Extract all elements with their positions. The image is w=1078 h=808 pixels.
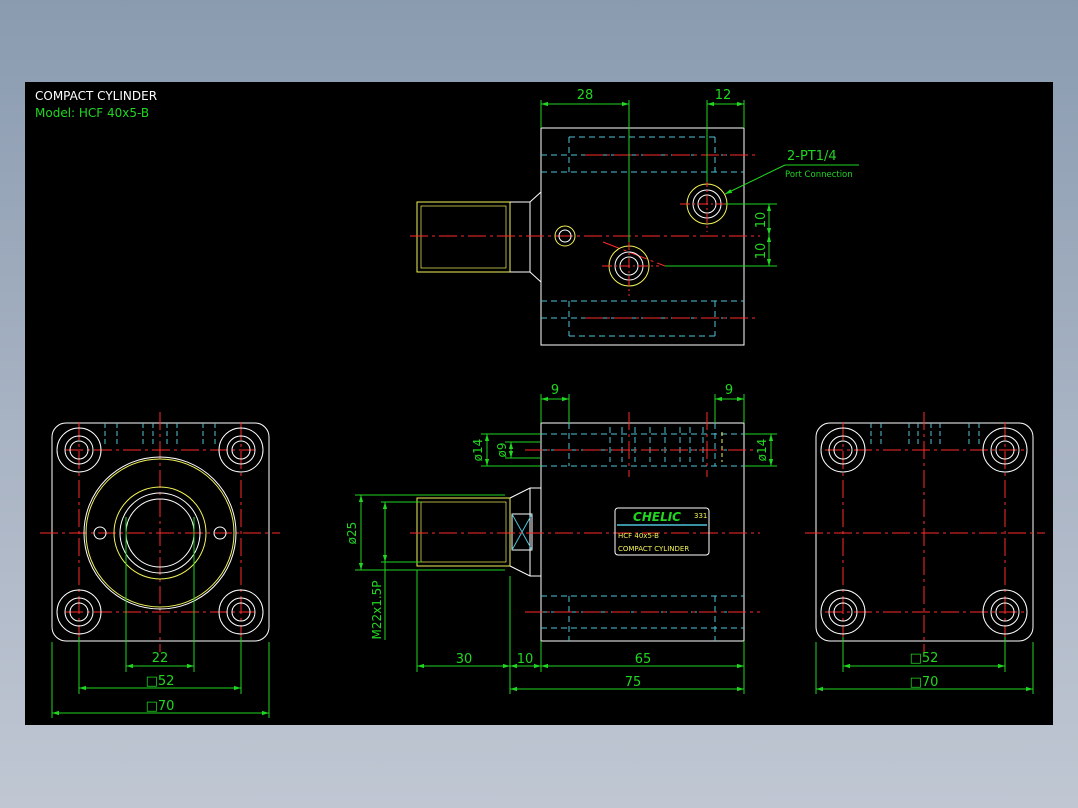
right-end-view: □52 □70 (805, 412, 1045, 694)
dim-75: 75 (625, 675, 642, 690)
dim-dia25: ø25 (345, 522, 359, 545)
dim-dia14-right: ø14 (755, 439, 769, 462)
top-view: 28 12 10 10 2-PT1/4 Port Connection (410, 88, 859, 346)
drawing-model: Model: HCF 40x5-B (35, 106, 149, 120)
dim-9-left: 9 (551, 383, 559, 398)
dim-10-lower: 10 (754, 243, 769, 260)
dim-9-right: 9 (725, 383, 733, 398)
dim-10-upper: 10 (754, 212, 769, 229)
front-view: CHELIC 331 HCF 40x5-B COMPACT CYLINDER 9… (345, 383, 777, 694)
dim-right-70: □70 (910, 675, 939, 690)
dim-dia14-left: ø14 (471, 439, 485, 462)
dim-30: 30 (456, 652, 473, 667)
dim-thread: M22x1.5P (370, 580, 384, 639)
dim-65: 65 (635, 652, 652, 667)
dim-12: 12 (715, 88, 732, 103)
cad-viewport[interactable]: COMPACT CYLINDER Model: HCF 40x5-B 28 12… (25, 82, 1053, 725)
nameplate-code: 331 (694, 512, 707, 520)
nameplate-model: HCF 40x5-B (618, 532, 659, 540)
nameplate-name: COMPACT CYLINDER (618, 545, 689, 553)
left-end-view: 22 □52 □70 (40, 412, 280, 718)
port-sublabel: Port Connection (785, 170, 853, 180)
port-label: 2-PT1/4 (787, 149, 837, 164)
nameplate-brand: CHELIC (633, 510, 681, 524)
dim-28: 28 (577, 88, 594, 103)
dim-left-70: □70 (146, 699, 175, 714)
chelic-nameplate: CHELIC 331 HCF 40x5-B COMPACT CYLINDER (614, 507, 710, 556)
dim-dia9: ø9 (495, 443, 509, 458)
dim-left-52: □52 (146, 674, 175, 689)
cad-drawing: COMPACT CYLINDER Model: HCF 40x5-B 28 12… (35, 88, 1045, 718)
dim-10: 10 (517, 652, 534, 667)
dim-22: 22 (152, 651, 169, 666)
drawing-title: COMPACT CYLINDER (35, 89, 157, 103)
dim-right-52: □52 (910, 651, 939, 666)
